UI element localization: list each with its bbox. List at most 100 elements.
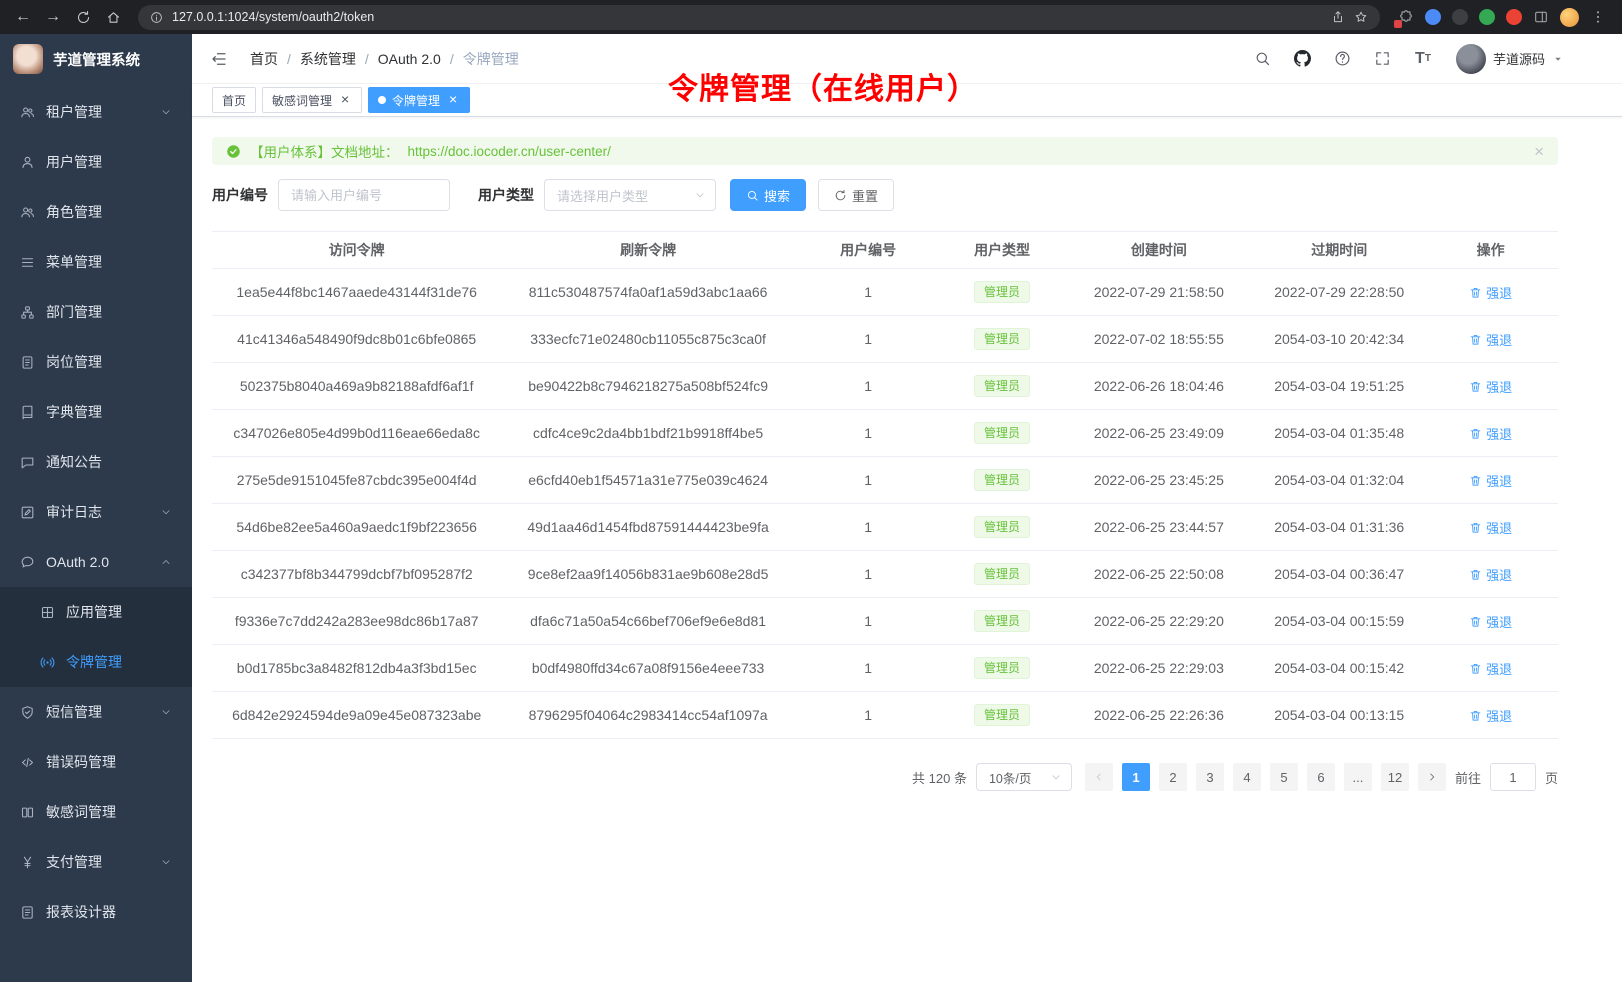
force-logout-button[interactable]: 强退 [1469, 565, 1512, 584]
chevron-down-icon [160, 706, 172, 718]
fullscreen-icon[interactable] [1366, 42, 1400, 76]
page-more-button[interactable]: ... [1344, 763, 1372, 791]
user-name: 芋道源码 [1493, 49, 1545, 68]
tab-close-icon[interactable]: × [338, 93, 352, 107]
breadcrumb-item-home[interactable]: 首页 [250, 49, 278, 69]
browser-menu-icon[interactable] [1590, 9, 1606, 25]
expire-time-cell: 2054-03-04 00:15:42 [1255, 645, 1423, 692]
alert-link[interactable]: https://doc.iocoder.cn/user-center/ [408, 144, 611, 159]
page-button-4[interactable]: 4 [1233, 763, 1261, 791]
prev-page-button[interactable] [1085, 763, 1113, 791]
font-size-icon[interactable]: TT [1406, 42, 1440, 76]
sidebar-item-role[interactable]: 角色管理 [0, 187, 192, 237]
user-id-cell: 1 [795, 645, 942, 692]
extension-icon[interactable] [1506, 9, 1522, 25]
sidebar: 芋道管理系统 租户管理用户管理角色管理菜单管理部门管理岗位管理字典管理通知公告审… [0, 34, 192, 982]
alert-close-icon[interactable]: × [1534, 143, 1544, 160]
badge-icon [20, 355, 35, 370]
sidebar-item-dept[interactable]: 部门管理 [0, 287, 192, 337]
force-logout-button[interactable]: 强退 [1469, 518, 1512, 537]
force-logout-button[interactable]: 强退 [1469, 330, 1512, 349]
tab-sensitive[interactable]: 敏感词管理× [262, 87, 362, 113]
sidebar-item-tenant[interactable]: 租户管理 [0, 87, 192, 137]
sidebar-item-user[interactable]: 用户管理 [0, 137, 192, 187]
page-button-6[interactable]: 6 [1307, 763, 1335, 791]
sidebar-item-token[interactable]: 令牌管理 [0, 637, 192, 687]
sidebar-item-menu[interactable]: 菜单管理 [0, 237, 192, 287]
pagination-pages: 123456...12 [1122, 763, 1409, 791]
sidebar-item-post[interactable]: 岗位管理 [0, 337, 192, 387]
share-icon[interactable] [1331, 10, 1345, 24]
sidebar-item-oauth2[interactable]: OAuth 2.0 [0, 537, 192, 587]
force-logout-button[interactable]: 强退 [1469, 612, 1512, 631]
force-logout-button[interactable]: 强退 [1469, 659, 1512, 678]
sidebar-item-sms[interactable]: 短信管理 [0, 687, 192, 737]
extensions-area [1392, 8, 1612, 27]
tab-home[interactable]: 首页 [212, 87, 256, 113]
sidebar-item-audit[interactable]: 审计日志 [0, 487, 192, 537]
site-info-icon[interactable] [150, 11, 163, 24]
shield-icon [20, 705, 35, 720]
force-logout-button[interactable]: 强退 [1469, 471, 1512, 490]
page-button-12[interactable]: 12 [1381, 763, 1409, 791]
tab-close-icon[interactable]: × [446, 93, 460, 107]
forward-icon[interactable]: → [40, 4, 66, 30]
page-button-3[interactable]: 3 [1196, 763, 1224, 791]
breadcrumb-item-system[interactable]: 系统管理 [300, 49, 356, 69]
delete-icon [1469, 615, 1482, 628]
page-button-5[interactable]: 5 [1270, 763, 1298, 791]
menu-item-label: OAuth 2.0 [46, 554, 149, 570]
sidebar-item-pay[interactable]: 支付管理 [0, 837, 192, 887]
created-time-cell: 2022-06-25 23:44:57 [1063, 504, 1255, 551]
force-logout-label: 强退 [1486, 659, 1512, 678]
page-button-1[interactable]: 1 [1122, 763, 1150, 791]
menu-item-label: 敏感词管理 [46, 802, 172, 822]
user-id-input[interactable] [278, 179, 450, 211]
content-area: 【用户体系】文档地址： https://doc.iocoder.cn/user-… [192, 117, 1622, 982]
extension-icon[interactable] [1398, 9, 1414, 25]
action-cell: 强退 [1423, 410, 1558, 457]
search-button[interactable]: 搜索 [730, 179, 806, 211]
action-cell: 强退 [1423, 551, 1558, 598]
chevron-down-icon [160, 506, 172, 518]
bookmark-star-icon[interactable] [1354, 10, 1368, 24]
sidebar-item-app[interactable]: 应用管理 [0, 587, 192, 637]
sidebar-item-sensitive[interactable]: 敏感词管理 [0, 787, 192, 837]
extension-icon[interactable] [1452, 9, 1468, 25]
reload-icon[interactable] [70, 4, 96, 30]
github-icon[interactable] [1286, 42, 1320, 76]
page-button-2[interactable]: 2 [1159, 763, 1187, 791]
browser-profile-avatar[interactable] [1560, 8, 1579, 27]
back-icon[interactable]: ← [10, 4, 36, 30]
reset-button[interactable]: 重置 [818, 179, 894, 211]
sidebar-item-dict[interactable]: 字典管理 [0, 387, 192, 437]
goto-page-input[interactable] [1490, 763, 1536, 791]
extension-icon[interactable] [1425, 9, 1441, 25]
side-panel-icon[interactable] [1533, 9, 1549, 25]
address-bar[interactable]: 127.0.0.1:1024/system/oauth2/token [138, 5, 1380, 30]
page-size-select[interactable]: 10条/页 [976, 763, 1072, 791]
force-logout-button[interactable]: 强退 [1469, 706, 1512, 725]
sidebar-item-errcode[interactable]: 错误码管理 [0, 737, 192, 787]
sidebar-item-notice[interactable]: 通知公告 [0, 437, 192, 487]
force-logout-button[interactable]: 强退 [1469, 283, 1512, 302]
user-type-cell: 管理员 [942, 457, 1063, 504]
sidebar-collapse-button[interactable] [206, 46, 232, 72]
user-type-select[interactable]: 请选择用户类型 [544, 179, 716, 211]
next-page-button[interactable] [1418, 763, 1446, 791]
home-icon[interactable] [100, 4, 126, 30]
expire-time-cell: 2054-03-04 01:32:04 [1255, 457, 1423, 504]
help-icon[interactable] [1326, 42, 1360, 76]
search-icon[interactable] [1246, 42, 1280, 76]
app-logo-row[interactable]: 芋道管理系统 [0, 34, 192, 84]
force-logout-button[interactable]: 强退 [1469, 377, 1512, 396]
oauth-icon [20, 555, 35, 570]
breadcrumb-item-oauth[interactable]: OAuth 2.0 [378, 51, 441, 67]
force-logout-button[interactable]: 强退 [1469, 424, 1512, 443]
extension-icon[interactable] [1479, 9, 1495, 25]
user-menu[interactable]: 芋道源码 [1456, 44, 1564, 74]
expire-time-cell: 2054-03-04 00:15:59 [1255, 598, 1423, 645]
access-token-cell: 54d6be82ee5a460a9aedc1f9bf223656 [212, 504, 501, 551]
tab-token[interactable]: 令牌管理× [368, 87, 470, 113]
sidebar-item-report[interactable]: 报表设计器 [0, 887, 192, 937]
